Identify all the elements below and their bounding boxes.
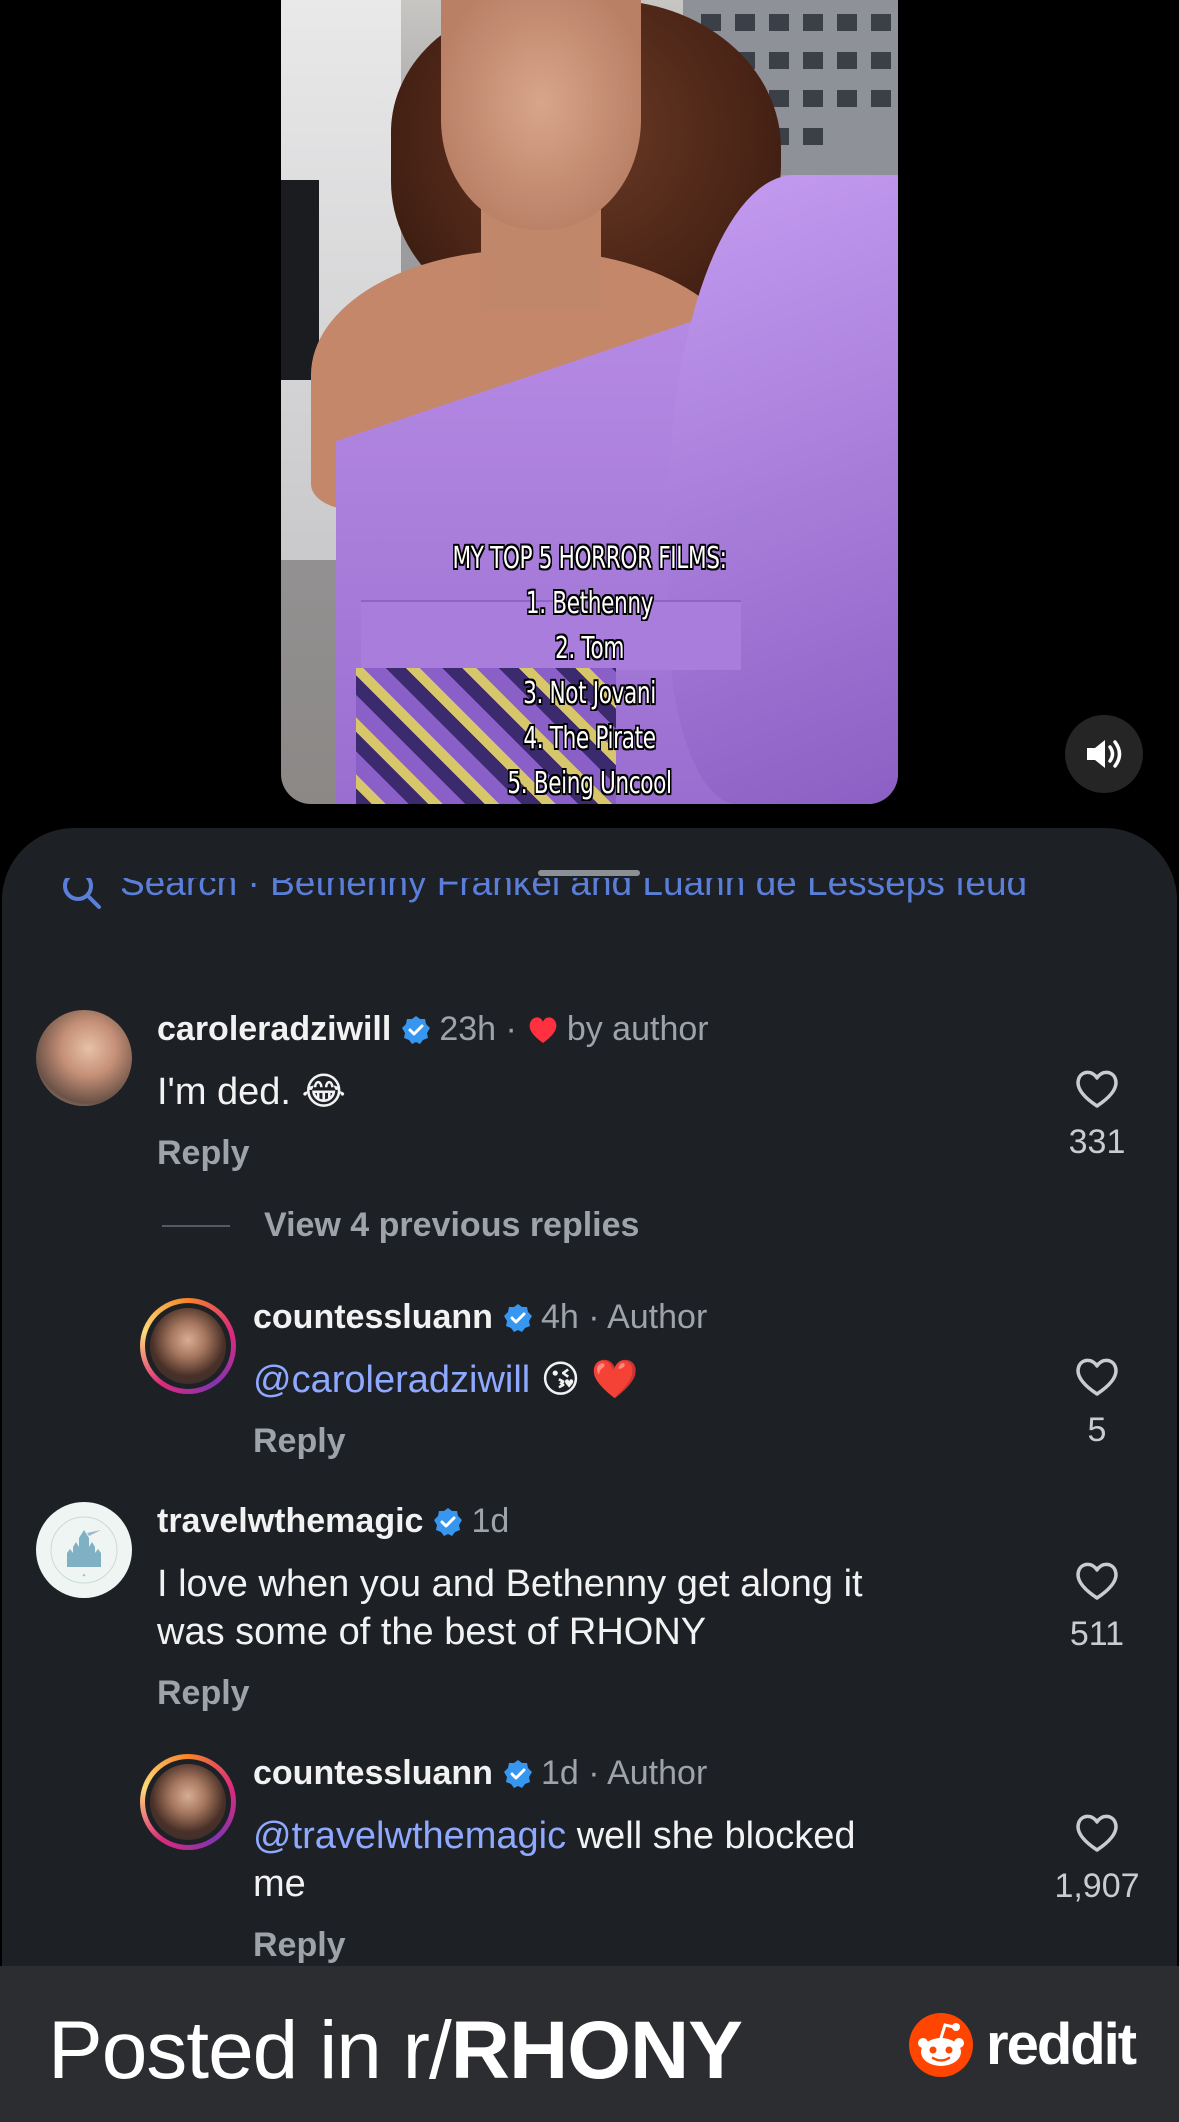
subreddit-name: RHONY xyxy=(450,2005,743,2096)
like-control[interactable]: 5 xyxy=(1042,1354,1152,1450)
liked-by-author-label: by author xyxy=(566,1010,709,1048)
heart-outline-icon[interactable] xyxy=(1073,1810,1121,1854)
reddit-snoo-icon xyxy=(909,2012,973,2077)
like-control[interactable]: 1,907 xyxy=(1042,1810,1152,1906)
comment-meta: caroleradziwill 23h · by author xyxy=(157,1010,709,1049)
like-count: 331 xyxy=(1068,1123,1126,1161)
reply-button[interactable]: Reply xyxy=(253,1926,346,1965)
volume-button[interactable] xyxy=(1065,715,1143,793)
comment-meta: countessluann 4h · Author xyxy=(253,1298,707,1337)
avatar xyxy=(145,1759,231,1845)
comment-time: 1d · Author xyxy=(540,1754,708,1792)
like-count: 1,907 xyxy=(1054,1867,1140,1905)
heart-outline-icon[interactable] xyxy=(1073,1066,1121,1110)
video-caption-overlay: MY TOP 5 HORROR FILMS: 1. Bethenny 2. To… xyxy=(281,536,898,804)
castle-logo-icon: ✦ xyxy=(50,1516,118,1584)
avatar xyxy=(145,1303,231,1389)
comment-text-line: was some of the best of RHONY xyxy=(157,1611,707,1653)
search-bar[interactable]: Search · Bethenny Frankel and Luann de L… xyxy=(60,878,1027,918)
sheet-grabber-handle[interactable] xyxy=(538,870,640,876)
search-icon xyxy=(63,878,101,909)
verified-badge-icon xyxy=(503,1303,532,1332)
video-area: MY TOP 5 HORROR FILMS: 1. Bethenny 2. To… xyxy=(0,0,1179,830)
speaker-icon xyxy=(1087,740,1122,768)
thread-line xyxy=(162,1224,230,1227)
like-control[interactable]: 511 xyxy=(1042,1558,1152,1654)
comment-username[interactable]: countessluann xyxy=(253,1298,493,1337)
like-count: 5 xyxy=(1087,1411,1107,1449)
like-control[interactable]: 331 xyxy=(1042,1066,1152,1162)
like-count: 511 xyxy=(1069,1615,1125,1653)
reply-comment-item: countessluann 1d · Author @travelwthemag… xyxy=(2,828,1177,1964)
comment-time: 4h · Author xyxy=(540,1298,708,1336)
search-placeholder: Search · Bethenny Frankel and Luann de L… xyxy=(120,878,1028,903)
mention-link[interactable]: @travelwthemagic xyxy=(253,1815,566,1857)
video-person-face xyxy=(441,0,641,230)
avatar[interactable] xyxy=(36,1010,132,1106)
caption-line: 5. Being Uncool xyxy=(507,766,672,801)
reddit-footer-banner: Posted in r/RHONY reddit xyxy=(0,1966,1179,2122)
comment-text-line: me xyxy=(253,1863,306,1905)
reply-button[interactable]: Reply xyxy=(157,1674,250,1713)
view-previous-replies-button[interactable]: View 4 previous replies xyxy=(162,1206,639,1245)
avatar-photo xyxy=(150,1308,226,1384)
reddit-wordmark: reddit xyxy=(986,2012,1137,2077)
caption-line: 2. Tom xyxy=(554,631,625,666)
avatar-story-ring[interactable] xyxy=(140,1298,236,1394)
avatar-photo xyxy=(150,1764,226,1840)
caption-line: MY TOP 5 HORROR FILMS: xyxy=(452,541,727,576)
reply-button[interactable]: Reply xyxy=(253,1422,346,1461)
comment-username[interactable]: travelwthemagic xyxy=(157,1502,423,1541)
posted-in-label: Posted in r/RHONY xyxy=(48,2004,743,2098)
caption-line: 1. Bethenny xyxy=(525,586,654,621)
verified-badge-icon xyxy=(434,1507,463,1536)
comment-time: 1d xyxy=(471,1502,510,1540)
comment-time: 23h · xyxy=(439,1010,517,1048)
posted-in-prefix: Posted in r/ xyxy=(48,2005,452,2096)
heart-outline-icon[interactable] xyxy=(1073,1558,1121,1602)
comments-sheet: Search · Bethenny Frankel and Luann de L… xyxy=(2,828,1177,1968)
verified-badge-icon xyxy=(402,1015,431,1044)
comment-meta: travelwthemagic 1d xyxy=(157,1502,509,1541)
comment-text: I'm ded. 😂 xyxy=(157,1071,346,1113)
comment-text-rest: 😘 ❤️ xyxy=(530,1359,639,1401)
comment-username[interactable]: countessluann xyxy=(253,1754,493,1793)
comment-text: I love when you and Bethenny get along i… xyxy=(157,1560,863,1656)
avatar-story-ring[interactable] xyxy=(140,1754,236,1850)
caption-line: 3. Not Jovani xyxy=(523,676,656,711)
svg-text:✦: ✦ xyxy=(82,1573,86,1579)
video-player[interactable]: MY TOP 5 HORROR FILMS: 1. Bethenny 2. To… xyxy=(281,0,898,804)
reddit-logo: reddit xyxy=(908,2011,1137,2078)
avatar[interactable]: ✦ xyxy=(36,1502,132,1598)
comment-username[interactable]: caroleradziwill xyxy=(157,1010,391,1049)
comment-meta: countessluann 1d · Author xyxy=(253,1754,707,1793)
verified-badge-icon xyxy=(503,1759,532,1788)
mention-link[interactable]: @caroleradziwill xyxy=(253,1359,530,1401)
reply-button[interactable]: Reply xyxy=(157,1134,250,1173)
comment-text: @caroleradziwill 😘 ❤️ xyxy=(253,1356,638,1404)
heart-filled-icon xyxy=(529,1016,557,1043)
comment-text: @travelwthemagic well she blocked me xyxy=(253,1812,856,1908)
comment-text-line: well she blocked xyxy=(566,1815,856,1857)
view-replies-label: View 4 previous replies xyxy=(264,1206,640,1244)
comment-text-line: I love when you and Bethenny get along i… xyxy=(157,1563,863,1605)
caption-line: 4. The Pirate xyxy=(523,721,656,756)
heart-outline-icon[interactable] xyxy=(1073,1354,1121,1398)
